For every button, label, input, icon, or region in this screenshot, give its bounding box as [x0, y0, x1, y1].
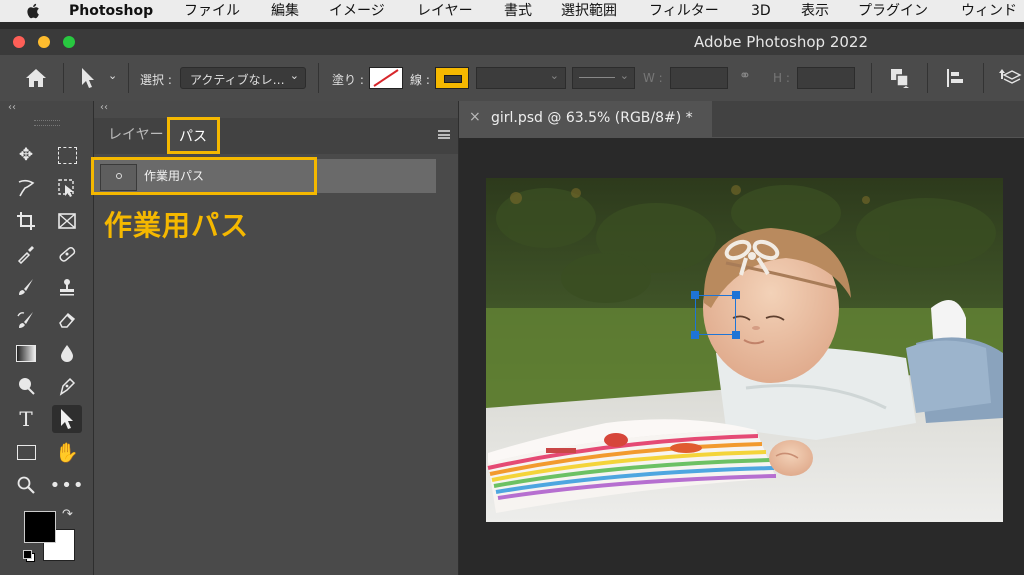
crop-tool-icon[interactable]: [11, 207, 41, 235]
object-selection-tool-icon[interactable]: [52, 174, 82, 202]
menu-select[interactable]: 選択範囲: [561, 0, 617, 22]
apple-logo-icon[interactable]: [26, 2, 42, 20]
menu-view[interactable]: 表示: [801, 0, 829, 22]
path-selection-tool-icon[interactable]: [80, 67, 96, 89]
height-field[interactable]: [797, 67, 855, 89]
fill-swatch[interactable]: [369, 67, 403, 89]
path-anchor-point[interactable]: [691, 331, 699, 339]
zoom-window-button[interactable]: [63, 36, 75, 48]
no-fill-icon: [373, 69, 399, 87]
more-tools-icon[interactable]: •••: [50, 471, 84, 499]
path-anchor-point[interactable]: [691, 291, 699, 299]
link-dimensions-icon[interactable]: ⚭: [739, 68, 751, 84]
tab-paths-label: パス: [179, 129, 207, 145]
panel-tab-header: レイヤー パス: [94, 117, 458, 154]
stroke-width-chevron-icon: ⌄: [549, 69, 559, 82]
select-dropdown-chevron-icon: ⌄: [289, 69, 299, 82]
menu-layer[interactable]: レイヤー: [417, 0, 473, 22]
rectangle-tool-icon[interactable]: [11, 438, 41, 466]
tab-paths[interactable]: パス: [167, 117, 220, 154]
blur-tool-icon[interactable]: [52, 339, 82, 367]
type-tool-icon[interactable]: T: [11, 405, 41, 433]
options-bar: ⌄ 選択 : アクティブなレ… ⌄ 塗り : 線 : ⌄ ⌄ W : ⚭ H :: [0, 55, 1024, 102]
menu-bar:  Photoshop ファイル 編集 イメージ レイヤー 書式 選択範囲 フィ…: [0, 0, 1024, 22]
menu-window[interactable]: ウィンド: [961, 0, 1017, 22]
path-thumbnail: [100, 164, 137, 191]
menu-type[interactable]: 書式: [504, 0, 532, 22]
stroke-type-dropdown[interactable]: ⌄: [572, 67, 635, 89]
collapse-panel-icon[interactable]: ‹‹: [100, 102, 108, 113]
height-label: H :: [773, 71, 790, 85]
width-label: W :: [643, 71, 663, 85]
dodge-tool-icon[interactable]: [11, 372, 41, 400]
tools-panel: ‹‹ ✥ T ✋ ••• ↷: [0, 101, 94, 575]
stroke-width-field[interactable]: ⌄: [476, 67, 566, 89]
history-brush-tool-icon[interactable]: [11, 306, 41, 334]
stroke-type-chevron-icon: ⌄: [619, 69, 629, 82]
swap-colors-icon[interactable]: ↷: [62, 507, 73, 522]
marquee-tool-icon[interactable]: [52, 141, 82, 169]
window-title: Adobe Photoshop 2022: [694, 33, 868, 51]
document-tab[interactable]: × girl.psd @ 63.5% (RGB/8#) *: [459, 101, 712, 137]
default-colors-icon[interactable]: [23, 550, 35, 562]
path-thumbnail-point-icon: [116, 173, 122, 179]
toolbar-grip[interactable]: [34, 120, 60, 126]
document-image[interactable]: [486, 178, 1003, 522]
select-dropdown-value: アクティブなレ…: [190, 73, 285, 87]
lasso-tool-icon[interactable]: [11, 174, 41, 202]
path-anchor-point[interactable]: [732, 331, 740, 339]
path-operations-icon[interactable]: [889, 67, 911, 89]
path-selection-tool-button[interactable]: [52, 405, 82, 433]
path-item-name: 作業用パス: [144, 169, 205, 183]
close-window-button[interactable]: [13, 36, 25, 48]
minimize-window-button[interactable]: [38, 36, 50, 48]
hand-tool-icon[interactable]: ✋: [52, 438, 82, 466]
menu-3d[interactable]: 3D: [751, 0, 771, 22]
foreground-color-swatch[interactable]: [24, 511, 56, 543]
path-anchor-point[interactable]: [732, 291, 740, 299]
tab-layers[interactable]: レイヤー: [108, 124, 164, 144]
select-label: 選択 :: [140, 73, 172, 87]
home-icon[interactable]: [25, 68, 47, 88]
stroke-preview-icon: [444, 75, 462, 83]
menu-edit[interactable]: 編集: [271, 0, 299, 22]
menu-filter[interactable]: フィルター: [649, 0, 719, 22]
paths-panel: ‹‹ レイヤー パス 作業用パス 作業用パス: [91, 101, 459, 575]
baby-reading-photo: [486, 178, 1003, 522]
eraser-tool-icon[interactable]: [52, 306, 82, 334]
work-path-outline[interactable]: [695, 295, 736, 335]
stroke-swatch[interactable]: [435, 67, 469, 89]
close-document-icon[interactable]: ×: [469, 109, 481, 125]
tool-preset-chevron-icon[interactable]: ⌄: [108, 69, 117, 82]
clone-stamp-tool-icon[interactable]: [52, 273, 82, 301]
window-title-bar: Adobe Photoshop 2022: [0, 28, 1024, 55]
stroke-label: 線 :: [410, 73, 430, 87]
fill-label: 塗り :: [332, 73, 364, 87]
path-selection-arrow-icon: [61, 409, 73, 429]
gradient-tool-icon[interactable]: [11, 339, 41, 367]
frame-tool-icon[interactable]: [52, 207, 82, 235]
select-dropdown[interactable]: アクティブなレ… ⌄: [180, 67, 306, 89]
pen-tool-icon[interactable]: [52, 372, 82, 400]
app-menu[interactable]: Photoshop: [69, 0, 153, 22]
brush-tool-icon[interactable]: [11, 273, 41, 301]
panel-menu-icon[interactable]: [438, 130, 450, 139]
path-arrangement-icon[interactable]: [998, 67, 1022, 89]
healing-brush-tool-icon[interactable]: [52, 240, 82, 268]
zoom-tool-icon[interactable]: [11, 471, 41, 499]
move-tool-icon[interactable]: ✥: [11, 141, 41, 169]
path-alignment-icon[interactable]: [944, 67, 966, 89]
menu-image[interactable]: イメージ: [329, 0, 385, 22]
path-annotation-label: 作業用パス: [104, 209, 250, 242]
collapse-toolbar-icon[interactable]: ‹‹: [8, 102, 16, 113]
eyedropper-tool-icon[interactable]: [11, 240, 41, 268]
menu-file[interactable]: ファイル: [184, 0, 240, 22]
document-tab-bar: ‹‹ × girl.psd @ 63.5% (RGB/8#) *: [459, 101, 1024, 137]
width-field[interactable]: [670, 67, 728, 89]
document-tab-title: girl.psd @ 63.5% (RGB/8#) *: [491, 110, 693, 126]
menu-plugins[interactable]: プラグイン: [858, 0, 928, 22]
